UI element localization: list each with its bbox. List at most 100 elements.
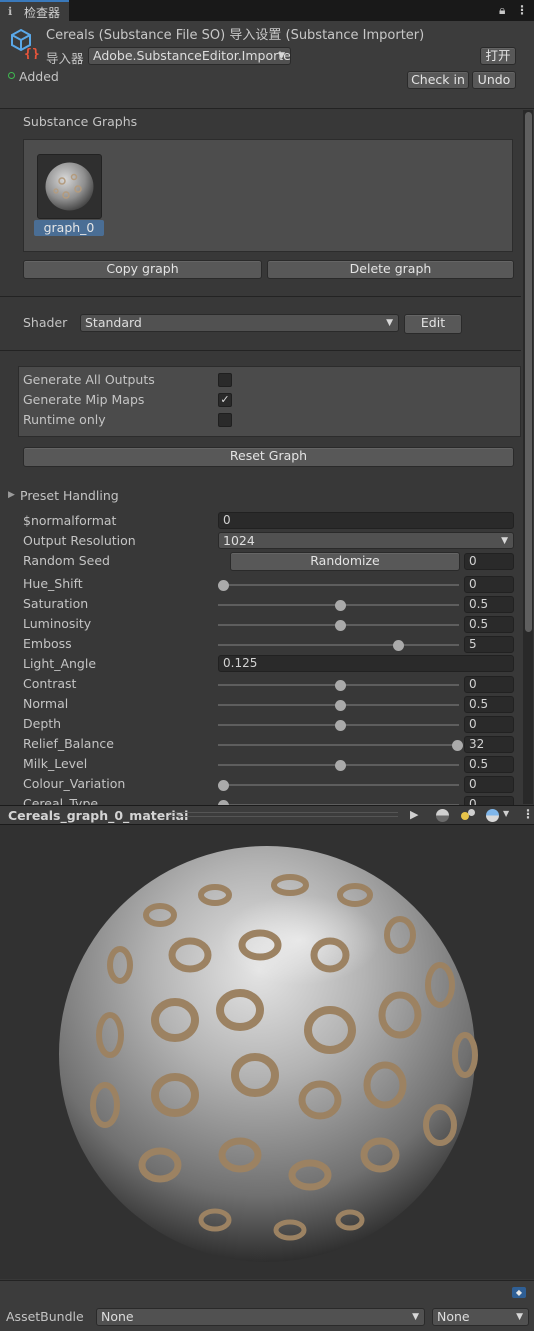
substance-file-icon: {} <box>11 28 40 59</box>
more-menu-icon[interactable]: ⋮ <box>516 3 528 17</box>
importer-label: 导入器 <box>46 51 84 66</box>
output-resolution-dropdown[interactable]: 1024 ▼ <box>218 532 514 549</box>
preset-handling-foldout[interactable]: Preset Handling <box>20 488 119 503</box>
assetbundle-variant-dropdown[interactable]: None ▼ <box>432 1308 529 1326</box>
section-title-graphs: Substance Graphs <box>23 114 138 129</box>
more-menu-icon[interactable]: ⋮ <box>522 807 534 821</box>
hue-shift-value-field[interactable]: 0 <box>464 576 514 593</box>
undo-button[interactable]: Undo <box>472 71 516 89</box>
status-text: Added <box>19 69 59 84</box>
param-label-relief-balance: Relief_Balance <box>23 736 114 751</box>
runtime-only-checkbox[interactable] <box>218 413 232 427</box>
divider <box>0 296 521 297</box>
option-label-generate-all-outputs: Generate All Outputs <box>23 372 155 387</box>
param-label-hue-shift: Hue_Shift <box>23 576 83 591</box>
output-resolution-value: 1024 <box>223 533 255 548</box>
shader-value: Standard <box>85 315 142 330</box>
tab-bar: ℹ 检查器 🔒︎ ⋮ <box>0 0 534 21</box>
normalformat-field[interactable]: 0 <box>218 512 514 529</box>
generate-all-outputs-checkbox[interactable] <box>218 373 232 387</box>
saturation-slider-handle[interactable] <box>334 599 346 611</box>
chevron-down-icon[interactable]: ▼ <box>503 809 509 818</box>
contrast-slider-handle[interactable] <box>334 679 346 691</box>
reset-graph-button[interactable]: Reset Graph <box>23 447 514 467</box>
lock-icon[interactable]: 🔒︎ <box>499 3 505 18</box>
depth-value-field[interactable]: 0 <box>464 716 514 733</box>
luminosity-slider-handle[interactable] <box>334 619 346 631</box>
emboss-slider-handle[interactable] <box>393 639 404 651</box>
sphere-mesh-icon[interactable] <box>436 809 449 822</box>
chevron-down-icon: ▼ <box>278 51 285 61</box>
normal-value-field[interactable]: 0.5 <box>464 696 514 713</box>
info-icon: ℹ <box>8 5 13 18</box>
skybox-icon[interactable] <box>486 809 499 822</box>
luminosity-value-field[interactable]: 0.5 <box>464 616 514 633</box>
assetbundle-variant-value: None <box>437 1309 470 1324</box>
chevron-down-icon: ▼ <box>516 1312 523 1322</box>
param-label-output-resolution: Output Resolution <box>23 533 136 548</box>
sphere-thumbnail-icon <box>45 162 94 211</box>
inspector-scrollbar[interactable] <box>523 110 533 804</box>
delete-graph-button[interactable]: Delete graph <box>267 260 514 279</box>
relief-balance-slider-handle[interactable] <box>451 739 463 751</box>
emboss-value-field[interactable]: 5 <box>464 636 514 653</box>
shader-dropdown[interactable]: Standard ▼ <box>80 314 399 332</box>
param-label-colour-variation: Colour_Variation <box>23 776 126 791</box>
param-label-saturation: Saturation <box>23 596 89 611</box>
hue-shift-slider-handle[interactable] <box>217 579 229 591</box>
importer-dropdown[interactable]: Adobe.SubstanceEditor.Importe ▼ <box>88 47 291 65</box>
chevron-down-icon: ▼ <box>412 1312 419 1322</box>
colour-variation-slider-track[interactable] <box>218 784 459 786</box>
label-tag-icon[interactable]: ◆ <box>512 1287 526 1298</box>
relief-balance-value-field[interactable]: 32 <box>464 736 514 753</box>
material-preview[interactable] <box>0 825 534 1279</box>
contrast-value-field[interactable]: 0 <box>464 676 514 693</box>
foldout-arrow-icon[interactable]: ▶ <box>8 490 15 500</box>
play-icon[interactable]: ▶ <box>410 808 418 821</box>
param-label-normal: Normal <box>23 696 69 711</box>
option-label-runtime-only: Runtime only <box>23 412 106 427</box>
param-label-normalformat: $normalformat <box>23 513 117 528</box>
shader-label: Shader <box>23 315 68 330</box>
light-angle-field[interactable]: 0.125 <box>218 655 514 672</box>
inspector-header: {} Cereals (Substance File SO) 导入设置 (Sub… <box>0 21 534 109</box>
milk-level-slider-handle[interactable] <box>334 759 346 771</box>
graph-list: graph_0 <box>23 139 513 252</box>
random-seed-field[interactable]: 0 <box>464 553 514 570</box>
chevron-down-icon: ▼ <box>501 536 508 546</box>
drag-handle <box>168 816 398 817</box>
param-label-luminosity: Luminosity <box>23 616 92 631</box>
tab-inspector[interactable]: ℹ 检查器 <box>0 0 69 21</box>
checkin-button[interactable]: Check in <box>407 71 469 89</box>
saturation-value-field[interactable]: 0.5 <box>464 596 514 613</box>
shader-edit-button[interactable]: Edit <box>404 314 462 334</box>
param-label-depth: Depth <box>23 716 62 731</box>
preview-toolbar: Cereals_graph_0_material ▶ ▼ ⋮ <box>0 805 534 825</box>
lights-icon[interactable] <box>459 808 477 824</box>
option-label-generate-mip-maps: Generate Mip Maps <box>23 392 145 407</box>
colour-variation-value-field[interactable]: 0 <box>464 776 514 793</box>
importer-value: Adobe.SubstanceEditor.Importe <box>93 48 291 63</box>
generate-mip-maps-checkbox[interactable]: ✓ <box>218 393 232 407</box>
tab-inspector-label: 检查器 <box>24 6 61 20</box>
milk-level-value-field[interactable]: 0.5 <box>464 756 514 773</box>
assetbundle-dropdown[interactable]: None ▼ <box>96 1308 425 1326</box>
param-label-contrast: Contrast <box>23 676 77 691</box>
scrollbar-thumb[interactable] <box>524 112 532 632</box>
open-button[interactable]: 打开 <box>480 47 516 65</box>
graph-thumbnail[interactable] <box>37 154 102 219</box>
drag-handle[interactable] <box>168 812 398 813</box>
copy-graph-button[interactable]: Copy graph <box>23 260 262 279</box>
hue-shift-slider-track[interactable] <box>218 584 459 586</box>
colour-variation-slider-handle[interactable] <box>217 779 229 791</box>
depth-slider-handle[interactable] <box>334 719 346 731</box>
inspector-title: Cereals (Substance File SO) 导入设置 (Substa… <box>46 28 425 43</box>
svg-text:{}: {} <box>24 47 40 59</box>
randomize-button[interactable]: Randomize <box>230 552 460 571</box>
relief-balance-slider-track[interactable] <box>218 744 459 746</box>
material-sphere-image <box>59 846 478 1262</box>
graph-name-label[interactable]: graph_0 <box>34 220 104 236</box>
param-label-milk-level: Milk_Level <box>23 756 88 771</box>
emboss-slider-track[interactable] <box>218 644 459 646</box>
normal-slider-handle[interactable] <box>334 699 346 711</box>
